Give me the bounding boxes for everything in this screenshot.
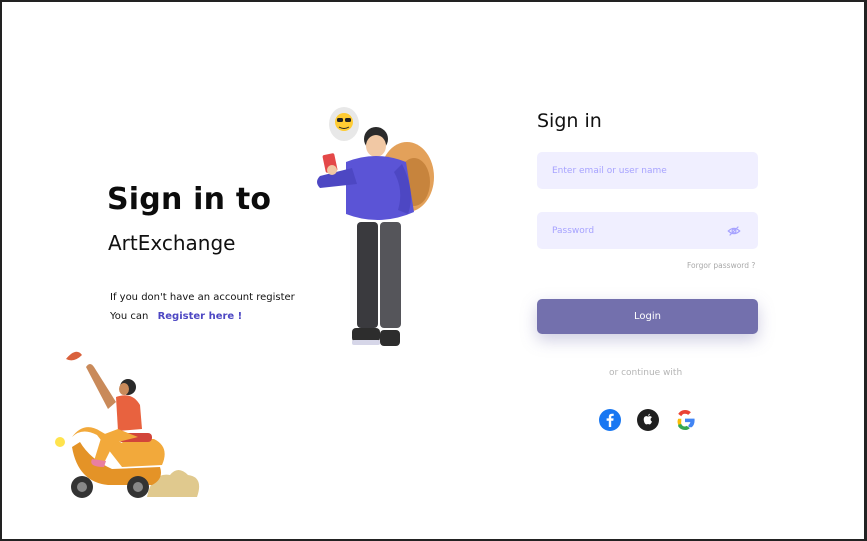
forgot-password-link[interactable]: Forgor password ? (687, 261, 755, 270)
brand-name: ArtExchange (108, 231, 236, 255)
facebook-icon[interactable] (599, 409, 621, 431)
register-link[interactable]: Register here ! (158, 311, 243, 322)
password-input[interactable] (552, 212, 722, 249)
form-title: Sign in (537, 110, 602, 132)
login-page: Sign in to ArtExchange If you don't have… (0, 0, 867, 541)
scooter-rider-illustration (55, 351, 200, 498)
register-prefix: You can (110, 311, 149, 322)
register-line: You can Register here ! (110, 311, 242, 322)
page-heading: Sign in to (107, 182, 272, 217)
login-button[interactable]: Login (537, 299, 758, 334)
register-prompt: If you don't have an account register (110, 292, 295, 303)
email-input[interactable] (552, 152, 722, 189)
eye-slash-icon[interactable] (727, 224, 741, 238)
email-field[interactable] (537, 152, 758, 189)
google-icon[interactable] (674, 409, 696, 431)
apple-icon[interactable] (637, 409, 659, 431)
person-with-backpack-illustration (317, 107, 434, 346)
continue-with-label: or continue with (609, 368, 683, 378)
password-field[interactable] (537, 212, 758, 249)
